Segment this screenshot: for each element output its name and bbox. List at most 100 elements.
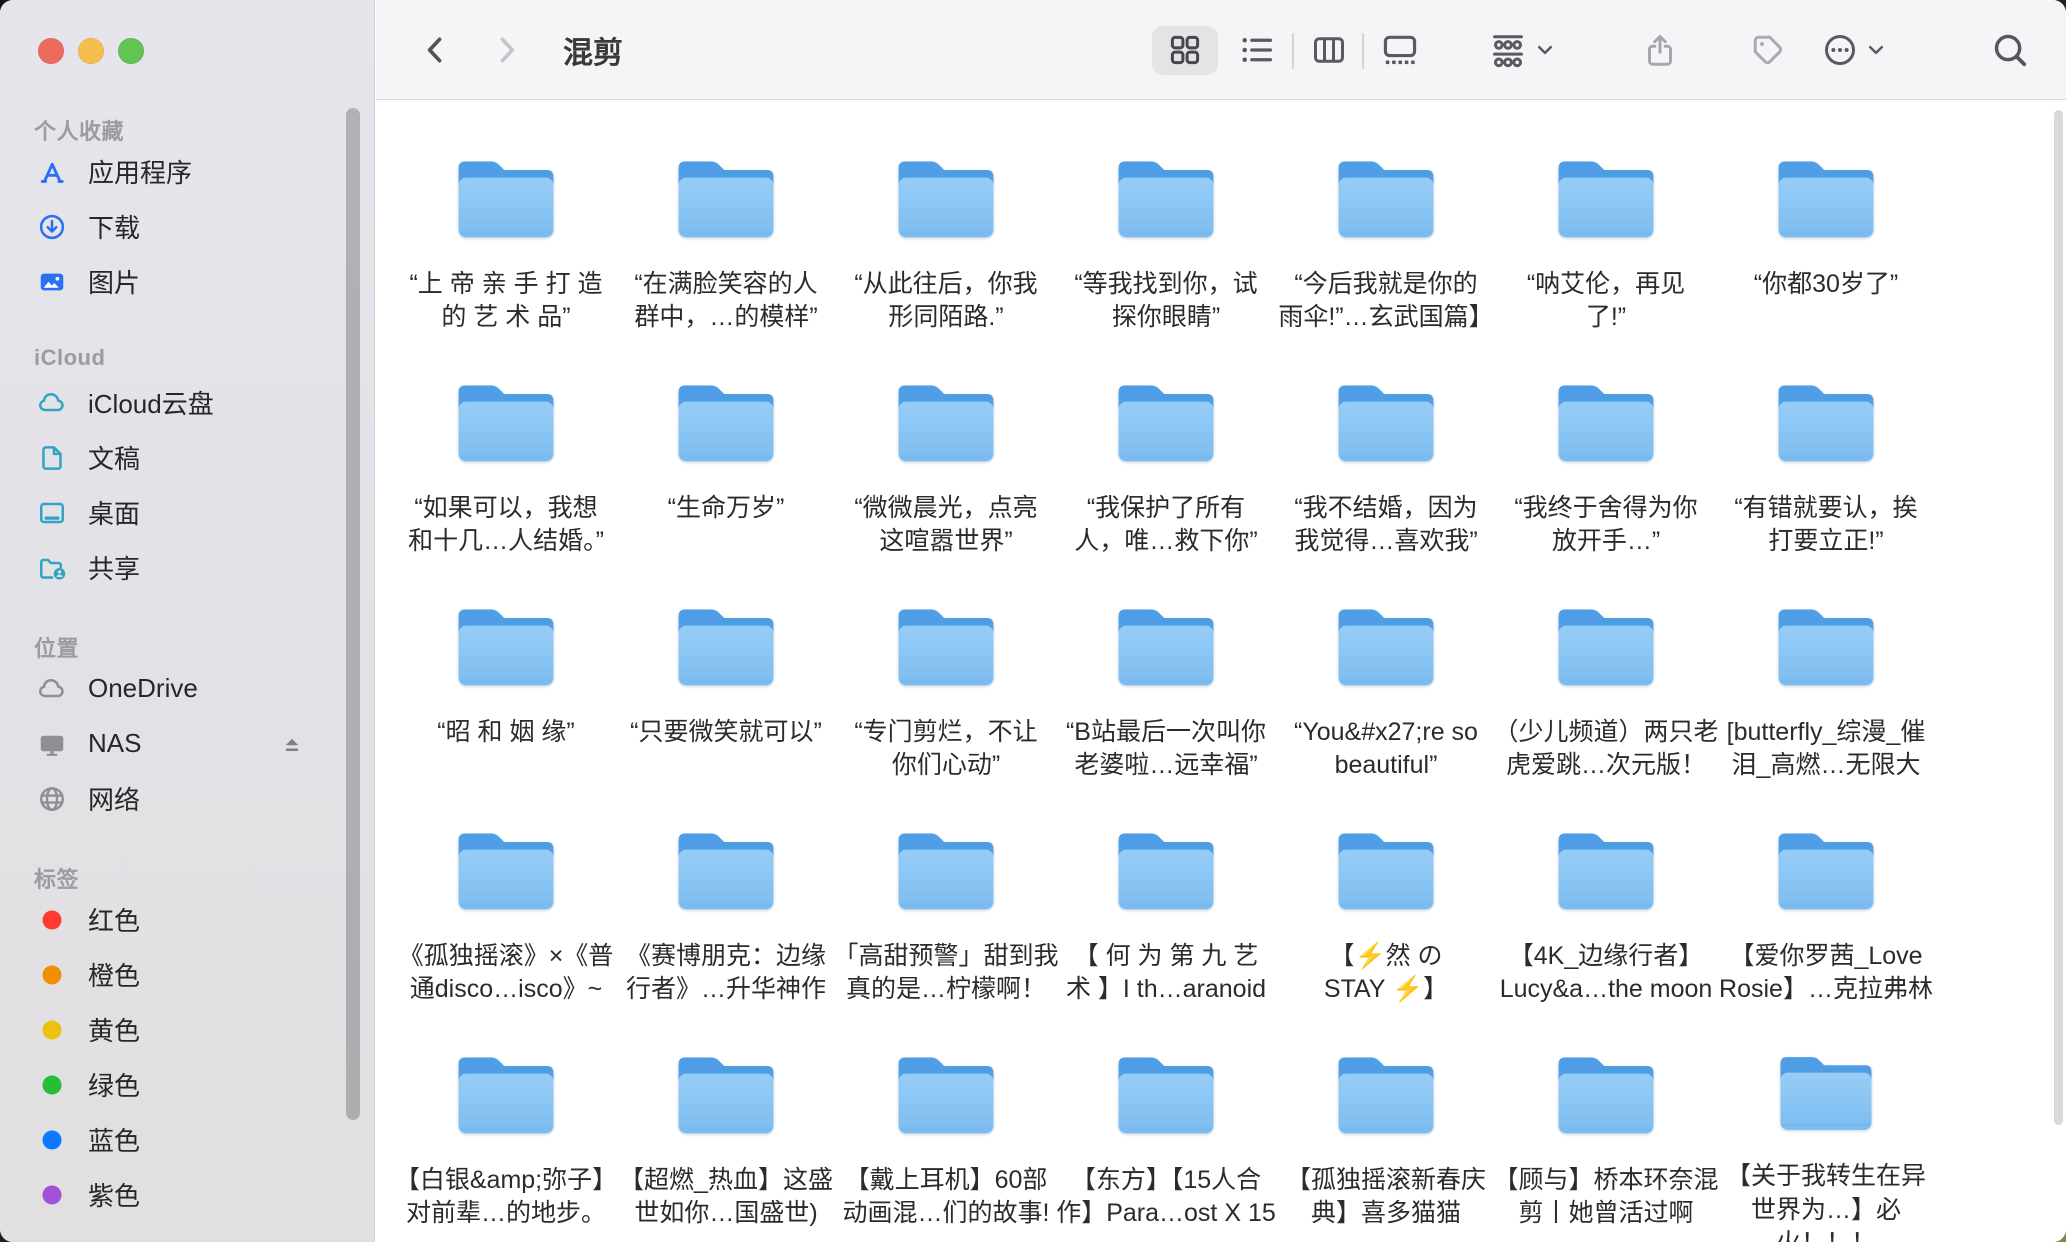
folder-item[interactable]: 《赛博朋克：边缘 行者》…升华神作 xyxy=(616,812,836,1036)
folder-item[interactable]: “从此往后，你我 形同陌路.” xyxy=(836,140,1056,364)
sidebar-item-网络[interactable]: 网络 xyxy=(0,771,374,826)
folder-label: 【东方】【15人合 作】Para…ost X 15 xyxy=(1048,1164,1284,1231)
folder-item[interactable]: “微微晨光，点亮 这喧嚣世界” xyxy=(836,364,1056,588)
folder-label: “呐艾伦，再见 了!” xyxy=(1488,268,1724,335)
folder-label: 【关于我转生在异 世界为…】必火！！！ xyxy=(1708,1160,1944,1242)
folder-icon xyxy=(449,824,563,916)
folder-icon xyxy=(1329,1048,1443,1140)
sidebar-section: 位置OneDriveNAS网络 xyxy=(0,631,374,826)
sidebar-item-文稿[interactable]: 文稿 xyxy=(0,430,374,485)
globe-icon xyxy=(37,784,67,814)
sidebar-item-蓝色[interactable]: 蓝色 xyxy=(0,1112,374,1167)
gallery-view-button[interactable] xyxy=(1381,31,1419,69)
tag-icon xyxy=(1750,32,1786,68)
sidebar-item-OneDrive[interactable]: OneDrive xyxy=(0,661,374,716)
folder-item[interactable]: “我保护了所有 人，唯…救下你” xyxy=(1056,364,1276,588)
sidebar-item-图片[interactable]: 图片 xyxy=(0,254,374,309)
sidebar-section: 个人收藏应用程序下载图片 xyxy=(0,114,374,309)
folder-label: “我不结婚，因为 我觉得…喜欢我” xyxy=(1268,492,1504,559)
folder-item[interactable]: 【戴上耳机】60部 动画混…们的故事! xyxy=(836,1036,1056,1242)
forward-button[interactable] xyxy=(489,33,523,67)
group-by-button[interactable] xyxy=(1489,31,1555,69)
folder-item[interactable]: “只要微笑就可以” xyxy=(616,588,836,812)
minimize-window-button[interactable] xyxy=(78,38,104,64)
cloud-icon xyxy=(37,674,67,704)
download-icon xyxy=(37,212,67,242)
sidebar-item-桌面[interactable]: 桌面 xyxy=(0,485,374,540)
toolbar-divider xyxy=(1362,33,1364,69)
column-view-button[interactable] xyxy=(1311,32,1347,68)
sidebar-item-iCloud云盘[interactable]: iCloud云盘 xyxy=(0,375,374,430)
sidebar-item-label: 网络 xyxy=(88,780,140,817)
share-button[interactable] xyxy=(1642,32,1678,68)
folder-item[interactable]: “专门剪烂，不让 你们心动” xyxy=(836,588,1056,812)
folder-item[interactable]: 【白银&amp;弥子】 对前辈…的地步。 xyxy=(396,1036,616,1242)
sidebar-item-紫色[interactable]: 紫色 xyxy=(0,1167,374,1222)
folder-item[interactable]: 「高甜预警」甜到我 真的是…柠檬啊！ xyxy=(836,812,1056,1036)
zoom-window-button[interactable] xyxy=(118,38,144,64)
folder-item[interactable]: “B站最后一次叫你 老婆啦…远幸福” xyxy=(1056,588,1276,812)
folder-item[interactable]: “昭 和 姻 缘” xyxy=(396,588,616,812)
folder-label: 【顾与】桥本环奈混 剪丨她曾活过啊 xyxy=(1488,1164,1724,1231)
tags-button[interactable] xyxy=(1750,32,1786,68)
grid-view-button[interactable] xyxy=(1167,32,1203,68)
appstore-icon xyxy=(37,157,67,187)
folder-item[interactable]: “有错就要认，挨 打要立正!” xyxy=(1716,364,1936,588)
folder-label: “在满脸笑容的人 群中，…的模样” xyxy=(608,268,844,335)
folder-item[interactable]: 【孤独摇滚新春庆 典】喜多猫猫 xyxy=(1276,1036,1496,1242)
eject-button[interactable] xyxy=(276,728,308,760)
folder-icon xyxy=(669,152,783,244)
folder-item[interactable]: 【关于我转生在异 世界为…】必火！！！ xyxy=(1716,1036,1936,1242)
pictures-icon xyxy=(37,267,67,297)
toolbar: 混剪 xyxy=(376,0,2066,100)
folder-item[interactable]: 【顾与】桥本环奈混 剪丨她曾活过啊 xyxy=(1496,1036,1716,1242)
folder-item[interactable]: 《孤独摇滚》×《普 通disco…isco》~ xyxy=(396,812,616,1036)
sidebar-item-NAS[interactable]: NAS xyxy=(0,716,374,771)
folder-item[interactable]: 【 何 为 第 九 艺 术 】I th…aranoid xyxy=(1056,812,1276,1036)
content-scrollbar[interactable] xyxy=(2054,110,2063,1125)
folder-item[interactable]: “我终于舍得为你 放开手…” xyxy=(1496,364,1716,588)
sidebar-item-红色[interactable]: 红色 xyxy=(0,892,374,947)
folder-item[interactable]: “生命万岁” xyxy=(616,364,836,588)
search-button[interactable] xyxy=(1991,31,2029,69)
folder-item[interactable]: “在满脸笑容的人 群中，…的模样” xyxy=(616,140,836,364)
folder-label: “上 帝 亲 手 打 造 的 艺 术 品” xyxy=(388,268,624,335)
close-window-button[interactable] xyxy=(38,38,64,64)
folder-icon xyxy=(1329,376,1443,468)
sidebar-item-下载[interactable]: 下载 xyxy=(0,199,374,254)
sidebar-item-共享[interactable]: 共享 xyxy=(0,540,374,595)
sidebar-item-绿色[interactable]: 绿色 xyxy=(0,1057,374,1112)
folder-item[interactable]: “等我找到你，试 探你眼睛” xyxy=(1056,140,1276,364)
sidebar-item-橙色[interactable]: 橙色 xyxy=(0,947,374,1002)
folder-label: 【白银&amp;弥子】 对前辈…的地步。 xyxy=(388,1164,624,1231)
folder-item[interactable]: “今后我就是你的 雨伞!”…玄武国篇】 xyxy=(1276,140,1496,364)
folder-item[interactable]: “呐艾伦，再见 了!” xyxy=(1496,140,1716,364)
folder-item[interactable]: “我不结婚，因为 我觉得…喜欢我” xyxy=(1276,364,1496,588)
sidebar-item-label: 黄色 xyxy=(88,1011,140,1048)
tag-dot xyxy=(37,960,67,990)
sidebar-item-应用程序[interactable]: 应用程序 xyxy=(0,144,374,199)
sidebar-item-label: 绿色 xyxy=(88,1066,140,1103)
folder-item[interactable]: “上 帝 亲 手 打 造 的 艺 术 品” xyxy=(396,140,616,364)
tag-dot xyxy=(37,1015,67,1045)
folder-icon xyxy=(669,824,783,916)
folder-item[interactable]: “You&#x27;re so beautiful” xyxy=(1276,588,1496,812)
sidebar-scrollbar[interactable] xyxy=(346,108,360,1120)
folder-icon xyxy=(1769,824,1883,916)
folder-item[interactable]: 【⚡然 の STAY ⚡】 xyxy=(1276,812,1496,1036)
folder-item[interactable]: 【东方】【15人合 作】Para…ost X 15 xyxy=(1056,1036,1276,1242)
folder-item[interactable]: [butterfly_综漫_催 泪_高燃…无限大 xyxy=(1716,588,1936,812)
folder-icon xyxy=(669,376,783,468)
folder-item[interactable]: 【4K_边缘行者】 Lucy&a…the moon xyxy=(1496,812,1716,1036)
sidebar-item-黄色[interactable]: 黄色 xyxy=(0,1002,374,1057)
back-button[interactable] xyxy=(419,33,453,67)
folder-item[interactable]: “你都30岁了” xyxy=(1716,140,1936,364)
folder-item[interactable]: （少儿频道）两只老 虎爱跳…次元版！ xyxy=(1496,588,1716,812)
folder-label: 【⚡然 の STAY ⚡】 xyxy=(1268,940,1504,1007)
list-view-button[interactable] xyxy=(1239,32,1275,68)
folder-item[interactable]: 【超燃_热血】这盛 世如你…国盛世) xyxy=(616,1036,836,1242)
sidebar-section-title: 标签 xyxy=(34,862,374,888)
folder-item[interactable]: “如果可以，我想 和十几…人结婚。” xyxy=(396,364,616,588)
more-actions-button[interactable] xyxy=(1822,32,1886,68)
folder-item[interactable]: 【爱你罗茜_Love Rosie】…克拉弗林 xyxy=(1716,812,1936,1036)
